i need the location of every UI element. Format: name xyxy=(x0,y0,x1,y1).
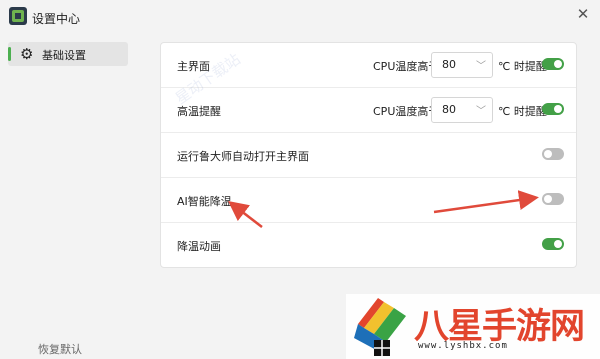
window-title: 设置中心 xyxy=(32,12,81,26)
settings-window: 设置中心 ✕ ⚙ 基础设置 恢复默认 主界面 CPU温度高于 80 ﹀ ℃ 时提… xyxy=(0,0,600,359)
setting-label: 高温提醒 xyxy=(177,105,221,118)
unit-label: ℃ 时提醒 xyxy=(498,105,547,118)
app-logo-icon xyxy=(9,7,27,25)
cooling-animation-toggle[interactable] xyxy=(542,238,564,250)
close-icon[interactable]: ✕ xyxy=(574,5,592,23)
setting-row-main-ui: 主界面 CPU温度高于 80 ﹀ ℃ 时提醒 xyxy=(161,43,576,88)
threshold-value: 80 xyxy=(442,58,456,71)
logo-url: www.lyshbx.com xyxy=(418,341,508,351)
setting-row-ai-cooling: AI智能降温 xyxy=(161,178,576,223)
setting-row-auto-open: 运行鲁大师自动打开主界面 xyxy=(161,133,576,178)
setting-label: 运行鲁大师自动打开主界面 xyxy=(177,150,309,163)
setting-label: AI智能降温 xyxy=(177,195,232,208)
site-logo: 八星手游网 www.lyshbx.com xyxy=(346,294,600,359)
cpu-temp-label: CPU温度高于 xyxy=(373,60,440,73)
setting-row-cooling-animation: 降温动画 xyxy=(161,223,576,267)
cpu-temp-label: CPU温度高于 xyxy=(373,105,440,118)
unit-label: ℃ 时提醒 xyxy=(498,60,547,73)
main-ui-threshold-select[interactable]: 80 ﹀ xyxy=(431,52,493,78)
settings-panel: 主界面 CPU温度高于 80 ﹀ ℃ 时提醒 高温提醒 CPU温度高于 80 ﹀… xyxy=(160,42,577,268)
ai-cooling-toggle[interactable] xyxy=(542,193,564,205)
pencil-logo-icon xyxy=(354,298,406,356)
title-bar: 设置中心 ✕ xyxy=(0,0,600,34)
chevron-down-icon: ﹀ xyxy=(476,61,486,72)
high-temp-alert-toggle[interactable] xyxy=(542,103,564,115)
main-ui-toggle[interactable] xyxy=(542,58,564,70)
gear-icon: ⚙ xyxy=(20,45,34,63)
selection-indicator xyxy=(8,47,11,61)
sidebar-item-label: 基础设置 xyxy=(42,49,86,62)
threshold-value: 80 xyxy=(442,103,456,116)
setting-label: 主界面 xyxy=(177,60,210,73)
restore-defaults-link[interactable]: 恢复默认 xyxy=(38,341,82,357)
sidebar-item-basic-settings[interactable]: ⚙ 基础设置 xyxy=(8,42,128,66)
setting-row-high-temp-alert: 高温提醒 CPU温度高于 80 ﹀ ℃ 时提醒 xyxy=(161,88,576,133)
chevron-down-icon: ﹀ xyxy=(476,106,486,117)
high-temp-threshold-select[interactable]: 80 ﹀ xyxy=(431,97,493,123)
auto-open-toggle[interactable] xyxy=(542,148,564,160)
setting-label: 降温动画 xyxy=(177,240,221,253)
